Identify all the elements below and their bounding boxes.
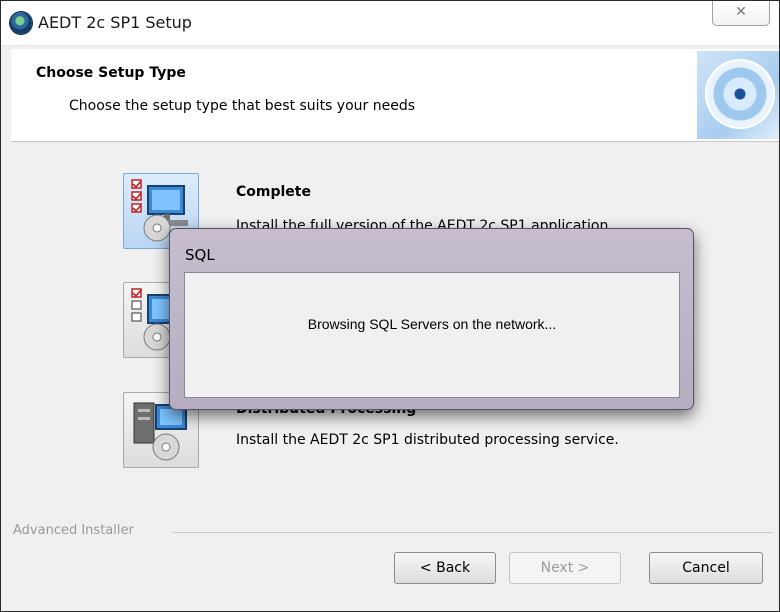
installer-window: AEDT 2c SP1 Setup ✕ Choose Setup Type Ch… (0, 0, 780, 612)
dialog-message: Browsing SQL Servers on the network... (307, 316, 557, 332)
complete-option-title: Complete (236, 184, 311, 200)
sql-browse-dialog: SQL Browsing SQL Servers on the network.… (169, 228, 694, 410)
footer-divider (173, 532, 773, 533)
page-title: Choose Setup Type (36, 65, 186, 81)
app-icon (10, 12, 32, 34)
distributed-option-description: Install the AEDT 2c SP1 distributed proc… (236, 432, 619, 448)
installer-brand-label: Advanced Installer (13, 523, 134, 538)
dialog-body: Browsing SQL Servers on the network... (184, 272, 680, 398)
close-button[interactable]: ✕ (712, 1, 770, 26)
disc-banner-icon (697, 51, 779, 139)
title-bar: AEDT 2c SP1 Setup ✕ (1, 1, 779, 46)
back-button[interactable]: < Back (394, 552, 496, 584)
page-header: Choose Setup Type Choose the setup type … (11, 49, 779, 142)
dialog-title: SQL (185, 246, 215, 264)
cancel-button[interactable]: Cancel (649, 552, 763, 584)
next-button[interactable]: Next > (509, 552, 621, 584)
window-title: AEDT 2c SP1 Setup (38, 13, 192, 32)
page-subtitle: Choose the setup type that best suits yo… (69, 98, 416, 114)
